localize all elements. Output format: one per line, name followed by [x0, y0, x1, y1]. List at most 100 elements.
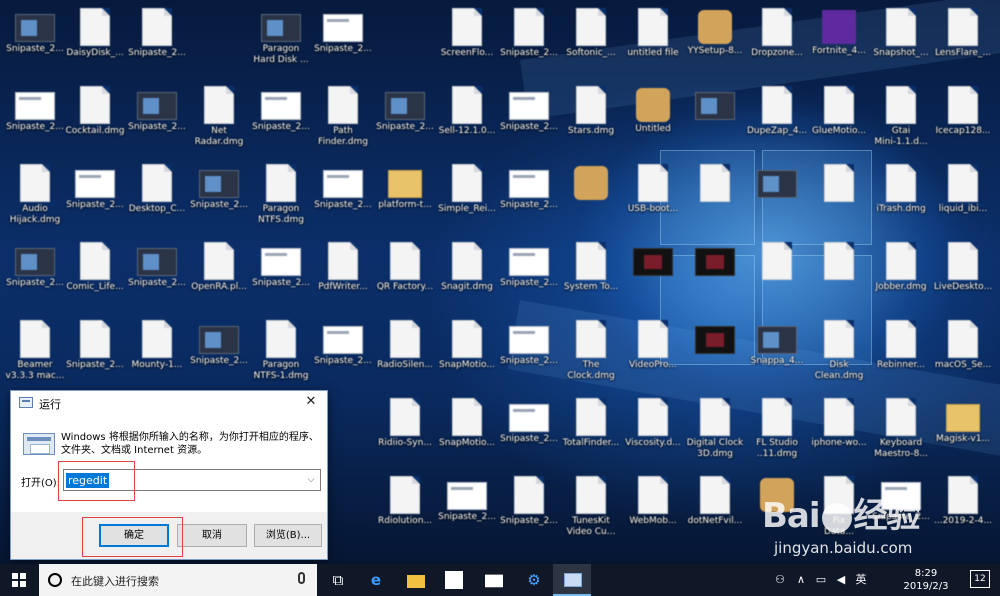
desktop-icon[interactable]: Snipaste_2... [436, 472, 498, 550]
taskbar-app-edge[interactable]: e [356, 564, 394, 596]
desktop-icon[interactable]: System To... [560, 238, 622, 316]
desktop-icon[interactable]: GlueMotio... [808, 82, 870, 160]
desktop-icon[interactable]: Path Finder.dmg [312, 82, 374, 160]
desktop-icon[interactable]: Snipaste_2... [498, 394, 560, 472]
desktop-icon[interactable]: Paragon NTFS-1.dmg [250, 316, 312, 394]
desktop-icon[interactable]: RadioSilen... [374, 316, 436, 394]
desktop-icon[interactable] [746, 160, 808, 238]
taskbar-app-settings[interactable]: ⚙ [514, 564, 552, 596]
desktop-icon[interactable]: Snipaste_2... [64, 316, 126, 394]
desktop-icon[interactable]: YYSetup-8... [684, 4, 746, 82]
desktop-icon[interactable] [684, 160, 746, 238]
desktop-icon[interactable]: Jobber.dmg [870, 238, 932, 316]
desktop-icon[interactable]: Snipaste_2... [188, 160, 250, 238]
browse-button[interactable]: 浏览(B)... [254, 524, 322, 547]
desktop-icon[interactable]: SnapMotio... [436, 394, 498, 472]
desktop-icon[interactable] [808, 238, 870, 316]
desktop-icon[interactable]: Snipaste_2... [126, 238, 188, 316]
desktop-icon[interactable]: iTrash.dmg [870, 160, 932, 238]
run-titlebar[interactable]: 运行 ✕ [11, 391, 327, 415]
desktop-icon[interactable]: Snipaste_2... [498, 316, 560, 394]
desktop-icon[interactable]: Snappa_4... [746, 316, 808, 394]
desktop-icon[interactable]: Snipaste_2... [498, 238, 560, 316]
desktop-icon[interactable]: Paragon NTFS.dmg [250, 160, 312, 238]
desktop-icon[interactable] [684, 82, 746, 160]
desktop-icon[interactable]: untitled file [622, 4, 684, 82]
taskbar-app-file-explorer[interactable] [396, 564, 434, 596]
desktop-icon[interactable]: dotNetFvil... [684, 472, 746, 550]
desktop-icon[interactable]: TunesKit Video Cu... [560, 472, 622, 550]
desktop-icon[interactable]: OpenRA.pl... [188, 238, 250, 316]
microphone-icon[interactable] [298, 572, 305, 584]
desktop-icon[interactable]: VideoPro... [622, 316, 684, 394]
desktop-icon[interactable]: Snipaste_2... [250, 82, 312, 160]
ime-indicator[interactable]: 英 [852, 564, 870, 596]
desktop-icon[interactable]: Disk Clean.dmg [808, 316, 870, 394]
desktop-icon[interactable]: iphone-wo... [808, 394, 870, 472]
desktop-icon[interactable]: Mounty-1... [126, 316, 188, 394]
desktop-icon[interactable] [746, 238, 808, 316]
desktop-icon[interactable]: LiveDeskto... [932, 238, 994, 316]
desktop-icon[interactable]: Desktop_C... [126, 160, 188, 238]
desktop-icon[interactable]: macOS_Se... [932, 316, 994, 394]
desktop-icon[interactable]: Snipaste_2... [4, 4, 66, 82]
taskbar-app-store[interactable] [434, 564, 472, 596]
desktop-icon[interactable]: SnapMotio... [436, 316, 498, 394]
desktop-icon[interactable]: Ridiio-Syn... [374, 394, 436, 472]
desktop-icon[interactable]: Softonic_... [560, 4, 622, 82]
task-view-button[interactable]: ⧉ [318, 564, 356, 596]
desktop-icon[interactable]: DaisyDisk_... [64, 4, 126, 82]
desktop-icon[interactable]: Snipaste_2... [312, 316, 374, 394]
desktop-icon[interactable]: Gtai Mini-1.1.d... [870, 82, 932, 160]
people-icon[interactable]: ⚇ [770, 564, 790, 596]
desktop-icon[interactable]: ScreenFlo... [436, 4, 498, 82]
desktop-icon[interactable]: Rdiolution... [374, 472, 436, 550]
desktop-icon[interactable]: Snipaste_2... [64, 160, 126, 238]
desktop-icon[interactable]: Snipaste_2... [4, 238, 66, 316]
desktop-icon[interactable]: Comic_Life... [64, 238, 126, 316]
notification-badge[interactable]: 12 [970, 570, 990, 588]
taskbar-app-run[interactable] [553, 564, 591, 596]
desktop-icon[interactable]: liquid_ibi... [932, 160, 994, 238]
desktop-icon[interactable]: Net Radar.dmg [188, 82, 250, 160]
desktop-icon[interactable] [560, 160, 622, 238]
desktop-icon[interactable]: Snipaste_2... [498, 4, 560, 82]
desktop-icon[interactable]: FL Studio ..11.dmg [746, 394, 808, 472]
desktop-icon[interactable]: Snipaste_2... [312, 4, 374, 82]
desktop-icon[interactable]: Snipaste_2... [498, 472, 560, 550]
desktop-icon[interactable]: Snipaste_2... [312, 160, 374, 238]
desktop-icon[interactable]: PdfWriter... [312, 238, 374, 316]
desktop-icon[interactable]: Beamer v3.3.3 mac... [4, 316, 66, 394]
desktop-icon[interactable]: Snagit.dmg [436, 238, 498, 316]
desktop-icon[interactable]: Snipaste_2... [126, 4, 188, 82]
desktop-icon[interactable]: platform-t... [374, 160, 436, 238]
desktop-icon[interactable]: Audio Hijack.dmg [4, 160, 66, 238]
cancel-button[interactable]: 取消 [177, 524, 247, 547]
tray-clock[interactable]: 8:29 2019/2/3 [898, 567, 954, 593]
desktop-icon[interactable]: DupeZap_4... [746, 82, 808, 160]
desktop-icon[interactable]: Fortnite_4... [808, 4, 870, 82]
desktop-icon[interactable]: LensFlare_... [932, 4, 994, 82]
desktop-icon[interactable]: Snipaste_2... [126, 82, 188, 160]
taskbar-app-mail[interactable] [474, 564, 512, 596]
taskbar-search-box[interactable]: 在此键入进行搜索 [39, 564, 317, 596]
desktop-icon[interactable]: Cocktail.dmg [64, 82, 126, 160]
desktop-icon[interactable]: Viscosity.d... [622, 394, 684, 472]
desktop-icon[interactable] [622, 238, 684, 316]
volume-icon[interactable]: ◀ [832, 564, 850, 596]
desktop-icon[interactable]: Magisk-v1... [932, 394, 994, 472]
desktop-icon[interactable] [684, 238, 746, 316]
desktop-icon[interactable]: Rebinner... [870, 316, 932, 394]
start-button[interactable] [0, 564, 38, 596]
desktop-icon[interactable]: Simple_Rei... [436, 160, 498, 238]
desktop-icon[interactable]: Snipaste_2... [498, 160, 560, 238]
desktop-icon[interactable]: Icecap128... [932, 82, 994, 160]
desktop-icon[interactable]: Sell-12.1.0... [436, 82, 498, 160]
desktop-icon[interactable]: WebMob... [622, 472, 684, 550]
desktop-icon[interactable]: QR Factory... [374, 238, 436, 316]
desktop-icon[interactable] [684, 316, 746, 394]
desktop-icon[interactable]: Paragon Hard Disk ... [250, 4, 312, 82]
desktop-icon[interactable]: Dropzone... [746, 4, 808, 82]
desktop-icon[interactable] [808, 160, 870, 238]
desktop-icon[interactable]: Snipaste_2... [498, 82, 560, 160]
